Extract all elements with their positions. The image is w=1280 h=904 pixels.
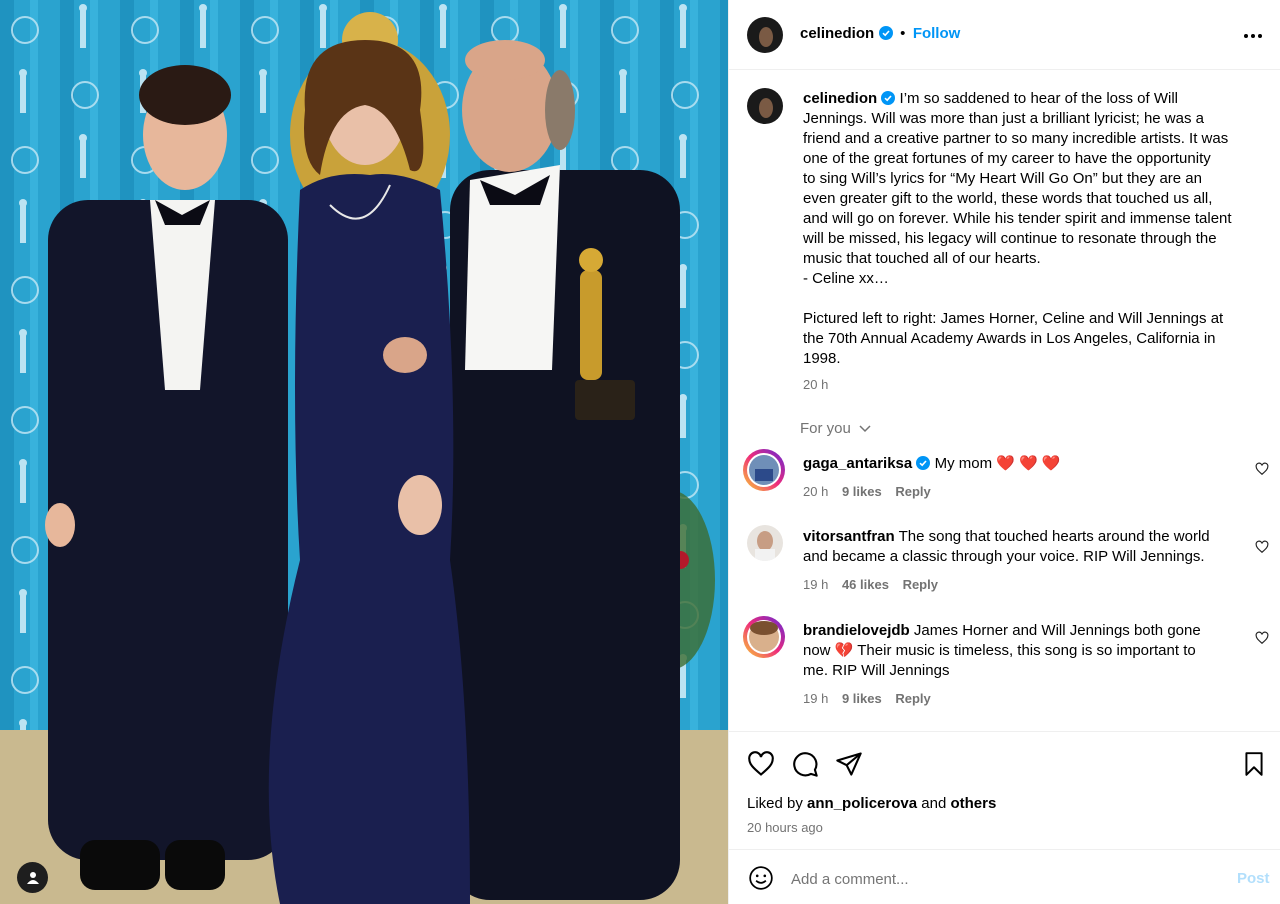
for-you-filter[interactable]: For you [800, 420, 871, 437]
caption-text-line: will be missed, his legacy will continue… [803, 230, 1217, 247]
comment-input[interactable] [789, 863, 1213, 895]
more-horizontal-icon[interactable] [1243, 33, 1263, 39]
comment-time[interactable]: 19 h [803, 691, 828, 706]
reply-button[interactable]: Reply [895, 484, 930, 499]
comment-likes[interactable]: 9 likes [842, 691, 882, 706]
comment-body: My mom ❤️ ❤️ ❤️ [934, 455, 1061, 472]
reply-button[interactable]: Reply [895, 691, 930, 706]
comment-text: gaga_antariksa My mom ❤️ ❤️ ❤️ [803, 454, 1223, 474]
for-you-label: For you [800, 420, 851, 437]
caption: celinedion I’m so saddened to hear of th… [803, 89, 1265, 395]
caption-text-line: - Celine xx… [803, 270, 889, 287]
comment-icon[interactable] [791, 750, 819, 778]
author-username[interactable]: celinedion [800, 25, 874, 42]
comment-avatar[interactable] [747, 525, 783, 561]
caption-text-line: to sing Will’s lyrics for “My Heart Will… [803, 170, 1202, 187]
follow-button[interactable]: Follow [913, 25, 961, 42]
comment-likes[interactable]: 9 likes [842, 484, 882, 499]
caption-time[interactable]: 20 h [803, 375, 1265, 395]
caption-avatar[interactable] [747, 88, 783, 124]
comment-meta: 19 h 46 likes Reply [803, 577, 938, 592]
author-avatar[interactable] [747, 17, 783, 53]
liked-by-and: and [921, 795, 947, 812]
comment-username[interactable]: vitorsantfran [803, 528, 895, 545]
post-header: celinedion • Follow [729, 0, 1280, 70]
comment-avatar[interactable] [743, 449, 785, 491]
comment-likes[interactable]: 46 likes [842, 577, 889, 592]
comment-body: James Horner and Will Jennings both gone [913, 622, 1201, 639]
tagged-people-button[interactable] [17, 862, 48, 893]
comment-text: brandielovejdb James Horner and Will Jen… [803, 621, 1223, 681]
comment-time[interactable]: 19 h [803, 577, 828, 592]
heart-icon[interactable] [1255, 462, 1269, 476]
caption-text-line: I’m so saddened to hear of the loss of W… [899, 90, 1179, 107]
avatar-image [747, 620, 781, 654]
emoji-icon[interactable] [748, 865, 774, 891]
reply-button[interactable]: Reply [903, 577, 938, 592]
comment-text: vitorsantfran The song that touched hear… [803, 527, 1223, 567]
separator-dot: • [900, 25, 906, 42]
heart-icon[interactable] [1255, 540, 1269, 554]
comment-body: The song that touched hearts around the … [898, 528, 1210, 545]
comment-username[interactable]: brandielovejdb [803, 622, 910, 639]
caption-text-line: and will go on forever. While his tender… [803, 210, 1232, 227]
comments-list[interactable]: celinedion I’m so saddened to hear of th… [729, 71, 1280, 731]
liked-by: Liked by ann_policerova and others [747, 795, 996, 812]
caption-username[interactable]: celinedion [803, 90, 877, 107]
comment-meta: 19 h 9 likes Reply [803, 691, 931, 706]
post-actions: Liked by ann_policerova and others 20 ho… [729, 731, 1280, 849]
comment-body: me. RIP Will Jennings [803, 662, 950, 679]
avatar-image [747, 453, 781, 487]
liked-by-user[interactable]: ann_policerova [807, 795, 917, 812]
caption-text-line: music that touched all of our hearts. [803, 250, 1041, 267]
caption-text-line: the 70th Annual Academy Awards in Los An… [803, 330, 1216, 347]
heart-icon[interactable] [747, 750, 775, 778]
person-icon [26, 871, 39, 884]
post-image [0, 0, 728, 904]
verified-badge-icon [878, 26, 893, 40]
comment-meta: 20 h 9 likes Reply [803, 484, 931, 499]
liked-by-prefix: Liked by [747, 795, 803, 812]
avatar-image [759, 98, 773, 118]
share-icon[interactable] [835, 750, 863, 778]
comment-avatar[interactable] [743, 616, 785, 658]
caption-text-line: even greater gift to the world, these wo… [803, 190, 1213, 207]
header-line: celinedion • Follow [800, 25, 960, 43]
caption-text-line: Jennings. Will was more than just a bril… [803, 110, 1204, 127]
avatar-image [755, 531, 775, 561]
comment-time[interactable]: 20 h [803, 484, 828, 499]
caption-line: celinedion I’m so saddened to hear of th… [803, 89, 1265, 109]
post-side-panel: celinedion • Follow celinedion I’m so sa… [728, 0, 1280, 904]
verified-badge-icon [881, 91, 896, 105]
comment-body: now 💔 Their music is timeless, this song… [803, 642, 1196, 659]
liked-by-others[interactable]: others [950, 795, 996, 812]
caption-text-line: one of the great fortunes of my career t… [803, 150, 1211, 167]
chevron-down-icon [859, 425, 871, 433]
caption-text-line: Pictured left to right: James Horner, Ce… [803, 310, 1224, 327]
post-time[interactable]: 20 hours ago [747, 820, 823, 835]
verified-badge-icon [916, 456, 931, 470]
caption-text-line: 1998. [803, 350, 841, 367]
post-photo[interactable] [0, 0, 728, 904]
post-button[interactable]: Post [1237, 870, 1270, 887]
avatar-image [759, 27, 773, 47]
bookmark-icon[interactable] [1241, 750, 1267, 778]
heart-icon[interactable] [1255, 631, 1269, 645]
comment-username[interactable]: gaga_antariksa [803, 455, 912, 472]
comment-body: and became a classic through your voice.… [803, 548, 1205, 565]
caption-text-line: friend and a creative partner to so many… [803, 130, 1229, 147]
add-comment-bar: Post [729, 849, 1280, 904]
